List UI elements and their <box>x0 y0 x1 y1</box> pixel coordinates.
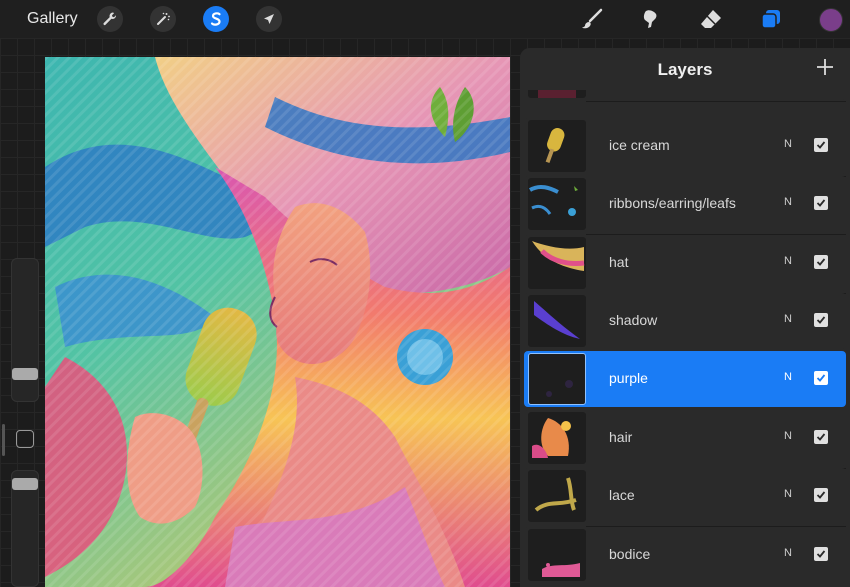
layer-name: hair <box>609 429 633 445</box>
visibility-checkbox[interactable] <box>814 371 828 385</box>
color-swatch[interactable] <box>819 8 843 32</box>
checkmark-icon <box>816 258 826 266</box>
layer-name: bodice <box>609 546 651 562</box>
blend-mode[interactable]: N <box>784 196 792 208</box>
blend-mode[interactable]: N <box>784 138 792 150</box>
layers-title: Layers <box>657 60 713 79</box>
plus-icon <box>817 59 833 75</box>
magic-wand-icon <box>157 12 170 25</box>
visibility-checkbox[interactable] <box>814 255 828 269</box>
checkmark-icon <box>816 433 826 441</box>
top-toolbar: Gallery <box>0 0 850 38</box>
brush-size-slider[interactable] <box>11 258 39 402</box>
layer-row-lace[interactable]: lace N <box>524 468 846 524</box>
blend-mode[interactable]: N <box>784 313 792 325</box>
layer-thumbnail <box>528 353 586 405</box>
transform-button[interactable] <box>256 6 282 32</box>
arrow-cursor-icon <box>264 14 274 24</box>
layer-thumbnail <box>528 470 586 522</box>
checkmark-icon <box>816 316 826 324</box>
layer-name: shadow <box>609 312 658 328</box>
blend-mode[interactable]: N <box>784 430 792 442</box>
gallery-button[interactable]: Gallery <box>27 10 78 28</box>
layer-name: hat <box>609 254 629 270</box>
smudge-button[interactable] <box>638 6 664 32</box>
visibility-checkbox[interactable] <box>814 488 828 502</box>
checkmark-icon <box>816 141 826 149</box>
blend-mode[interactable]: N <box>784 255 792 267</box>
selection-icon <box>210 12 221 26</box>
layer-thumbnail <box>528 295 586 347</box>
layer-row-bodice[interactable]: bodice N <box>524 527 846 583</box>
wrench-icon <box>103 12 117 26</box>
modify-button[interactable] <box>16 430 34 448</box>
layer-name: ribbons/earring/leafs <box>609 195 736 211</box>
checkmark-icon <box>816 550 826 558</box>
layers-icon <box>761 10 780 29</box>
layer-row-shadow[interactable]: shadow N <box>524 293 846 349</box>
drawing-canvas[interactable] <box>45 57 510 587</box>
blend-mode[interactable]: N <box>784 547 792 559</box>
layers-button[interactable] <box>758 6 784 32</box>
layer-name: ice cream <box>609 137 670 153</box>
layer-thumbnail <box>528 237 586 289</box>
visibility-checkbox[interactable] <box>814 430 828 444</box>
visibility-checkbox[interactable] <box>814 196 828 210</box>
visibility-checkbox[interactable] <box>814 547 828 561</box>
brush-button[interactable] <box>579 6 605 32</box>
add-layer-button[interactable] <box>814 56 836 78</box>
checkmark-icon <box>816 491 826 499</box>
layer-row-ice-cream[interactable]: ice cream N <box>524 118 846 174</box>
blend-mode[interactable]: N <box>784 371 792 383</box>
layer-thumbnail <box>528 120 586 172</box>
artwork-illustration <box>45 57 510 587</box>
layer-thumbnail <box>528 178 586 230</box>
layer-row-ribbons[interactable]: ribbons/earring/leafs N <box>524 176 846 232</box>
layer-name: lace <box>609 487 635 503</box>
adjustments-button[interactable] <box>150 6 176 32</box>
sidebar-handle[interactable] <box>2 424 5 456</box>
brush-size-thumb[interactable] <box>12 368 38 380</box>
layer-thumbnail <box>528 529 586 581</box>
checkmark-icon <box>816 374 826 382</box>
layer-row-hair[interactable]: hair N <box>524 410 846 466</box>
layers-header: Layers <box>520 48 850 90</box>
actions-button[interactable] <box>97 6 123 32</box>
layer-thumbnail <box>528 412 586 464</box>
smudge-icon <box>643 10 657 28</box>
visibility-checkbox[interactable] <box>814 138 828 152</box>
opacity-thumb[interactable] <box>12 478 38 490</box>
layer-name: purple <box>609 370 648 386</box>
layer-divider <box>586 101 846 102</box>
layer-row-hat[interactable]: hat N <box>524 235 846 291</box>
brush-icon <box>582 8 603 29</box>
eraser-button[interactable] <box>698 6 724 32</box>
visibility-checkbox[interactable] <box>814 313 828 327</box>
layers-panel: lines N ice cream N ribbons/earring/leaf… <box>520 48 850 587</box>
checkmark-icon <box>816 199 826 207</box>
blend-mode[interactable]: N <box>784 488 792 500</box>
layer-row-purple[interactable]: purple N <box>524 351 846 407</box>
eraser-icon <box>701 10 721 28</box>
selection-button[interactable] <box>203 6 229 32</box>
